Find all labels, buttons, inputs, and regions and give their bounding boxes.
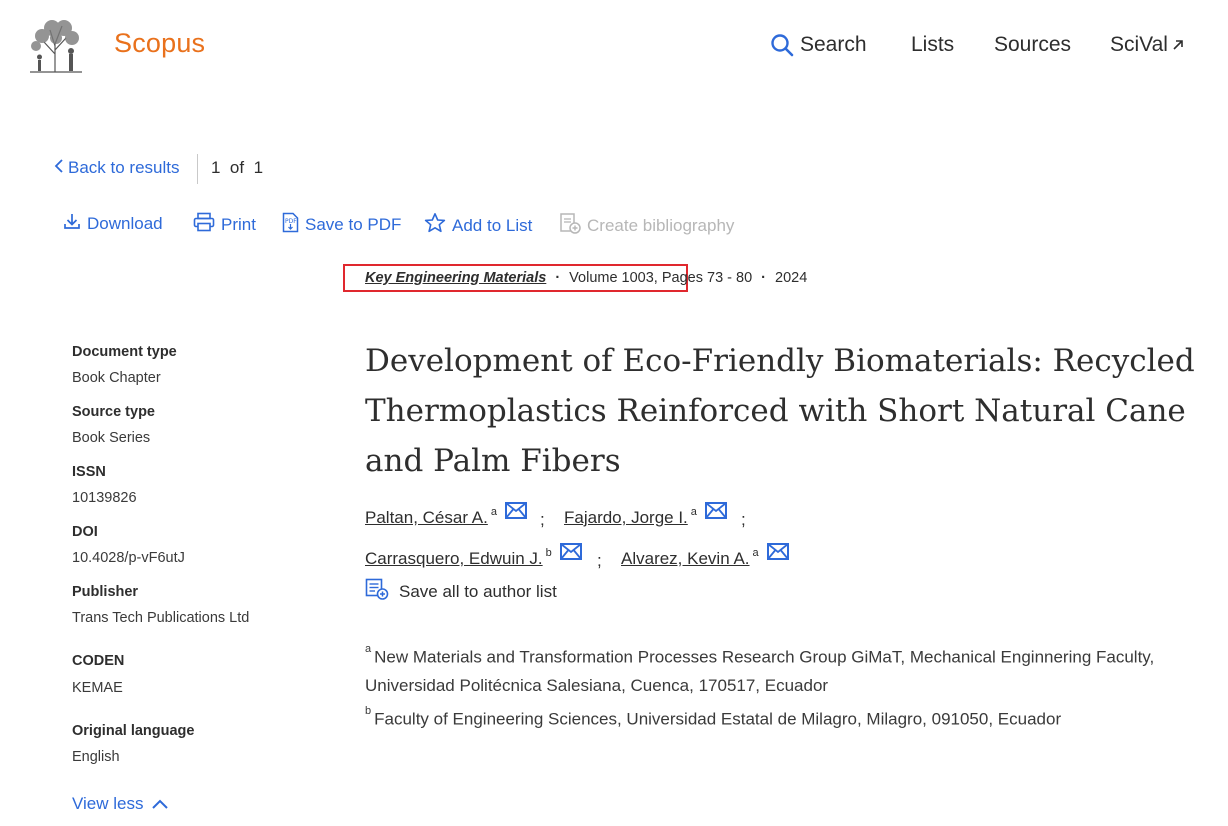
mail-icon[interactable] bbox=[559, 543, 582, 565]
affiliation-key: b bbox=[365, 705, 372, 717]
doi-label: DOI bbox=[72, 524, 98, 540]
elsevier-tree-logo[interactable] bbox=[22, 14, 88, 76]
nav-search-label: Search bbox=[800, 33, 867, 56]
print-icon bbox=[193, 212, 215, 237]
pager-of: of bbox=[229, 158, 245, 177]
search-icon bbox=[770, 33, 794, 57]
download-label: Download bbox=[87, 213, 163, 233]
pdf-icon: PDF bbox=[282, 212, 299, 238]
source-year: 2024 bbox=[775, 270, 808, 286]
author-entry: Carrasquero, Edwuin J. b bbox=[365, 543, 582, 571]
coden-label: CODEN bbox=[72, 653, 125, 669]
affiliation-key: a bbox=[365, 643, 372, 655]
doc-type-label: Document type bbox=[72, 344, 177, 360]
author-separator: ; bbox=[741, 510, 746, 529]
affiliation-b: b Faculty of Engineering Sciences, Univer… bbox=[365, 701, 1215, 734]
doc-type-value: Book Chapter bbox=[72, 370, 161, 386]
star-icon bbox=[424, 212, 446, 239]
view-less-button[interactable]: View less bbox=[72, 794, 168, 814]
author-aff-marker: a bbox=[690, 506, 697, 518]
affiliation-text: New Materials and Transformation Process… bbox=[365, 647, 1155, 695]
author-aff-marker: a bbox=[752, 547, 759, 559]
source-dot: · bbox=[555, 270, 561, 286]
chevron-left-icon bbox=[54, 158, 64, 178]
doi-value: 10.4028/p-vF6utJ bbox=[72, 550, 185, 566]
article-title: Development of Eco-Friendly Biomaterials… bbox=[365, 343, 1195, 479]
back-row-divider bbox=[197, 154, 198, 184]
print-label: Print bbox=[221, 214, 256, 234]
add-to-list-label: Add to List bbox=[452, 215, 533, 235]
external-arrow-icon bbox=[1171, 38, 1185, 52]
pager-current: 1 bbox=[211, 158, 221, 177]
issn-value: 10139826 bbox=[72, 490, 137, 506]
author-separator: ; bbox=[597, 551, 602, 570]
affiliation-a: a New Materials and Transformation Proces… bbox=[365, 639, 1215, 700]
author-name-link[interactable]: Fajardo, Jorge I. bbox=[564, 508, 688, 528]
chevron-up-icon bbox=[151, 794, 168, 814]
issn-label: ISSN bbox=[72, 464, 106, 480]
author-entry: Fajardo, Jorge I. a bbox=[564, 502, 727, 530]
author-entry: Alvarez, Kevin A. a bbox=[621, 543, 789, 571]
author-name-link[interactable]: Alvarez, Kevin A. bbox=[621, 549, 750, 569]
pager-total: 1 bbox=[253, 158, 264, 177]
publisher-label: Publisher bbox=[72, 584, 139, 600]
source-dot: · bbox=[761, 270, 767, 286]
affiliation-text: Faculty of Engineering Sciences, Univers… bbox=[374, 709, 1062, 729]
publisher-value: Trans Tech Publications Ltd bbox=[72, 610, 250, 626]
nav-scival[interactable]: SciVal bbox=[1110, 33, 1185, 57]
create-bibliography-label: Create bibliography bbox=[587, 215, 735, 235]
author-list-icon bbox=[365, 578, 389, 605]
journal-link[interactable]: Key Engineering Materials bbox=[365, 270, 546, 286]
mail-icon[interactable] bbox=[766, 543, 789, 565]
nav-scival-label: SciVal bbox=[1110, 33, 1168, 56]
source-type-value: Book Series bbox=[72, 430, 151, 446]
author-name-link[interactable]: Carrasquero, Edwuin J. bbox=[365, 549, 543, 569]
nav-sources[interactable]: Sources bbox=[994, 33, 1071, 57]
mail-icon[interactable] bbox=[504, 502, 527, 524]
source-type-label: Source type bbox=[72, 404, 155, 420]
nav-lists[interactable]: Lists bbox=[911, 33, 954, 57]
view-less-label: View less bbox=[72, 794, 144, 813]
coden-value: KEMAE bbox=[72, 680, 123, 696]
download-button[interactable]: Download bbox=[63, 212, 163, 235]
create-bibliography-button[interactable]: Create bibliography bbox=[559, 212, 734, 239]
mail-icon[interactable] bbox=[704, 502, 727, 524]
source-pages: Pages 73 - 80 bbox=[661, 270, 753, 286]
result-pager: 1 of 1 bbox=[211, 158, 263, 178]
download-icon bbox=[63, 212, 81, 235]
language-value: English bbox=[72, 749, 120, 765]
author-aff-marker: b bbox=[545, 547, 552, 559]
nav-search[interactable]: Search bbox=[770, 33, 867, 57]
save-to-pdf-button[interactable]: PDF Save to PDF bbox=[282, 212, 401, 238]
author-separator: ; bbox=[540, 510, 545, 529]
back-to-results-link[interactable]: Back to results bbox=[54, 158, 180, 178]
save-all-label: Save all to author list bbox=[399, 581, 557, 601]
source-line: Key Engineering Materials · Volume 1003, P… bbox=[365, 270, 807, 286]
scopus-brand[interactable]: Scopus bbox=[114, 28, 205, 59]
svg-text:PDF: PDF bbox=[285, 218, 297, 225]
language-label: Original language bbox=[72, 723, 195, 739]
save-all-to-author-list-button[interactable]: Save all to author list bbox=[365, 578, 557, 605]
source-volume: Volume 1003, bbox=[569, 270, 658, 286]
author-entry: Paltan, César A. a bbox=[365, 502, 527, 530]
print-button[interactable]: Print bbox=[193, 212, 256, 237]
back-to-results-label: Back to results bbox=[68, 158, 180, 177]
save-to-pdf-label: Save to PDF bbox=[305, 215, 402, 234]
author-aff-marker: a bbox=[490, 506, 497, 518]
bibliography-icon bbox=[559, 212, 581, 239]
author-name-link[interactable]: Paltan, César A. bbox=[365, 508, 488, 528]
add-to-list-button[interactable]: Add to List bbox=[424, 212, 532, 239]
